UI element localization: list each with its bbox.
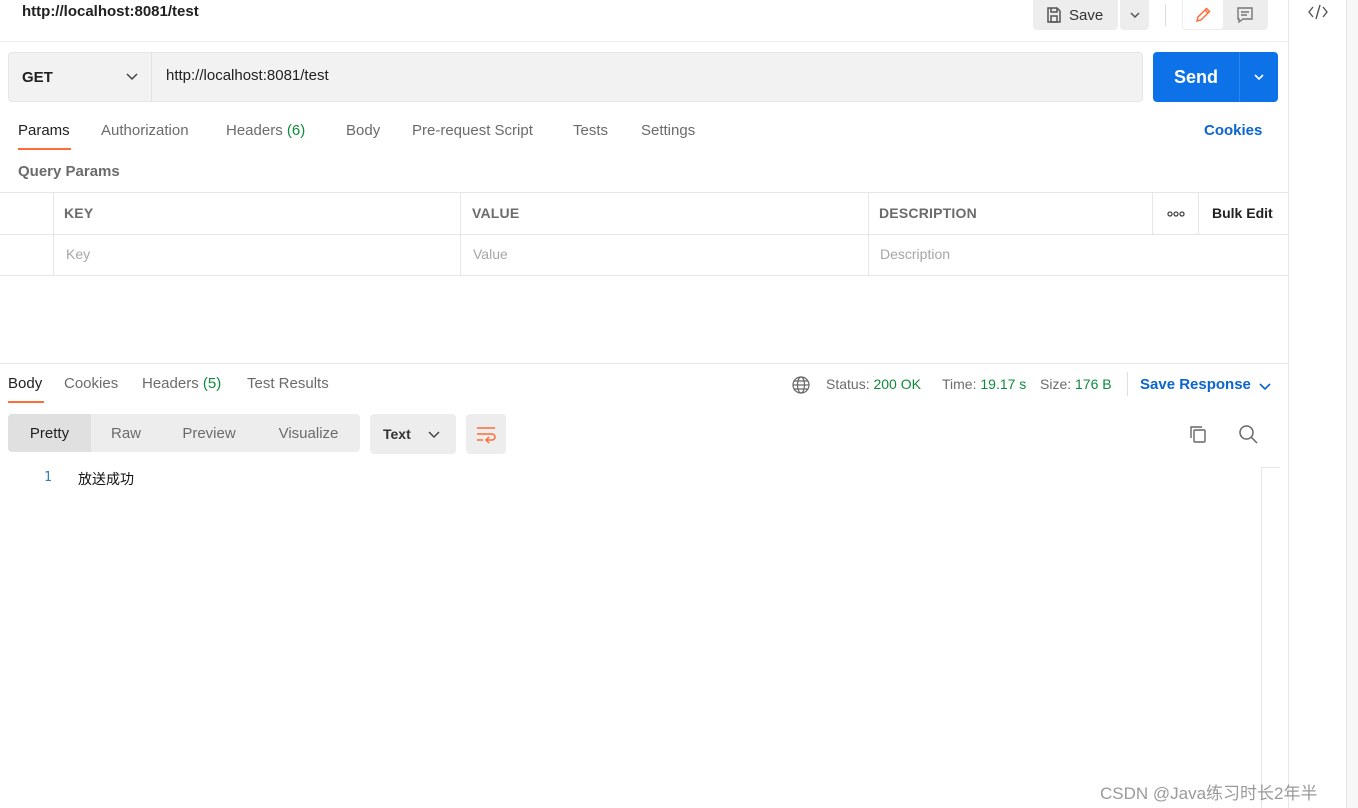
status-label: Status: — [826, 376, 870, 392]
response-tab-headers-count: (5) — [202, 375, 222, 392]
toolbar-divider — [1165, 4, 1166, 26]
save-button-label: Save — [1069, 6, 1104, 24]
pencil-icon — [1195, 6, 1211, 22]
format-value: Text — [383, 426, 411, 442]
param-value-input[interactable]: Value — [473, 246, 508, 262]
globe-icon[interactable] — [791, 375, 811, 395]
column-divider — [1198, 192, 1199, 234]
editor-scrollbar[interactable] — [1262, 467, 1280, 468]
param-description-input[interactable]: Description — [880, 246, 950, 262]
column-header-value: VALUE — [472, 205, 520, 221]
response-divider[interactable] — [0, 363, 1288, 364]
response-tab-test-results[interactable]: Test Results — [247, 375, 329, 392]
status-readout[interactable]: Status: 200 OK — [826, 376, 921, 392]
response-body-line[interactable]: 放送成功 — [78, 469, 134, 489]
chevron-down-icon — [126, 73, 138, 81]
code-icon — [1308, 4, 1328, 20]
save-dropdown-button[interactable] — [1120, 0, 1149, 30]
editor-gutter-border — [1261, 467, 1262, 808]
method-value: GET — [22, 68, 53, 86]
copy-icon[interactable] — [1187, 423, 1209, 445]
column-divider — [1152, 192, 1153, 234]
tab-headers[interactable]: Headers (6) — [226, 122, 305, 139]
chevron-down-icon[interactable] — [1257, 378, 1273, 394]
tab-settings[interactable]: Settings — [641, 122, 695, 139]
size-label: Size: — [1040, 376, 1072, 392]
tab-tests[interactable]: Tests — [573, 122, 608, 139]
send-button[interactable]: Send — [1153, 52, 1239, 102]
tab-body[interactable]: Body — [346, 122, 380, 139]
column-header-description: DESCRIPTION — [879, 205, 977, 221]
send-dropdown-button[interactable] — [1239, 52, 1278, 102]
view-mode-preview[interactable]: Preview — [161, 414, 257, 452]
column-header-key: KEY — [64, 205, 94, 221]
chevron-down-icon — [1254, 74, 1264, 81]
request-title[interactable]: http://localhost:8081/test — [22, 3, 199, 20]
query-params-label: Query Params — [18, 163, 120, 180]
status-divider — [1127, 372, 1128, 396]
code-snippet-button[interactable] — [1306, 0, 1330, 24]
save-button[interactable]: Save — [1033, 0, 1118, 30]
line-number: 1 — [44, 470, 52, 485]
column-divider — [460, 192, 461, 276]
tab-pre-request-script[interactable]: Pre-request Script — [412, 122, 533, 139]
view-mode-pretty[interactable]: Pretty — [8, 414, 91, 452]
response-tab-headers-label: Headers — [142, 375, 199, 392]
tab-headers-label: Headers — [226, 122, 283, 139]
right-sidebar — [1288, 0, 1346, 808]
column-divider — [53, 192, 54, 276]
table-border — [0, 275, 1288, 276]
time-readout[interactable]: Time: 19.17 s — [942, 376, 1026, 392]
save-response-button[interactable]: Save Response — [1140, 376, 1251, 393]
format-select[interactable]: Text — [370, 414, 456, 454]
cookies-link[interactable]: Cookies — [1204, 122, 1262, 139]
tab-params[interactable]: Params — [18, 122, 70, 139]
tab-authorization[interactable]: Authorization — [101, 122, 189, 139]
tab-headers-count: (6) — [286, 122, 306, 139]
save-icon — [1047, 7, 1061, 23]
time-label: Time: — [942, 376, 977, 392]
response-tab-body[interactable]: Body — [8, 375, 42, 392]
comments-button[interactable] — [1225, 0, 1265, 29]
chevron-down-icon — [1129, 12, 1140, 19]
table-border — [0, 234, 1288, 235]
more-options-button[interactable] — [1166, 206, 1186, 222]
search-icon[interactable] — [1237, 423, 1259, 445]
view-mode-visualize[interactable]: Visualize — [257, 414, 360, 452]
url-input[interactable]: http://localhost:8081/test — [166, 67, 329, 84]
active-tab-indicator — [18, 148, 71, 150]
wrap-lines-button[interactable] — [466, 414, 506, 454]
view-mode-raw[interactable]: Raw — [91, 414, 161, 452]
status-value: 200 OK — [873, 376, 921, 392]
response-tab-cookies[interactable]: Cookies — [64, 375, 118, 392]
size-readout[interactable]: Size: 176 B — [1040, 376, 1112, 392]
comment-icon — [1237, 6, 1253, 23]
edit-mode-button[interactable] — [1183, 0, 1223, 29]
window-edge — [1346, 0, 1358, 808]
more-horizontal-icon — [1167, 211, 1185, 217]
response-tab-headers[interactable]: Headers (5) — [142, 375, 221, 392]
active-tab-indicator — [8, 401, 44, 403]
size-value: 176 B — [1075, 376, 1112, 392]
time-value: 19.17 s — [980, 376, 1027, 392]
column-divider — [868, 192, 869, 276]
wrap-text-icon — [477, 427, 496, 444]
bulk-edit-button[interactable]: Bulk Edit — [1212, 205, 1273, 221]
watermark: CSDN @Java练习时长2年半 — [1100, 784, 1318, 803]
param-key-input[interactable]: Key — [66, 246, 90, 262]
chevron-down-icon — [428, 431, 440, 439]
table-border — [0, 192, 1288, 193]
